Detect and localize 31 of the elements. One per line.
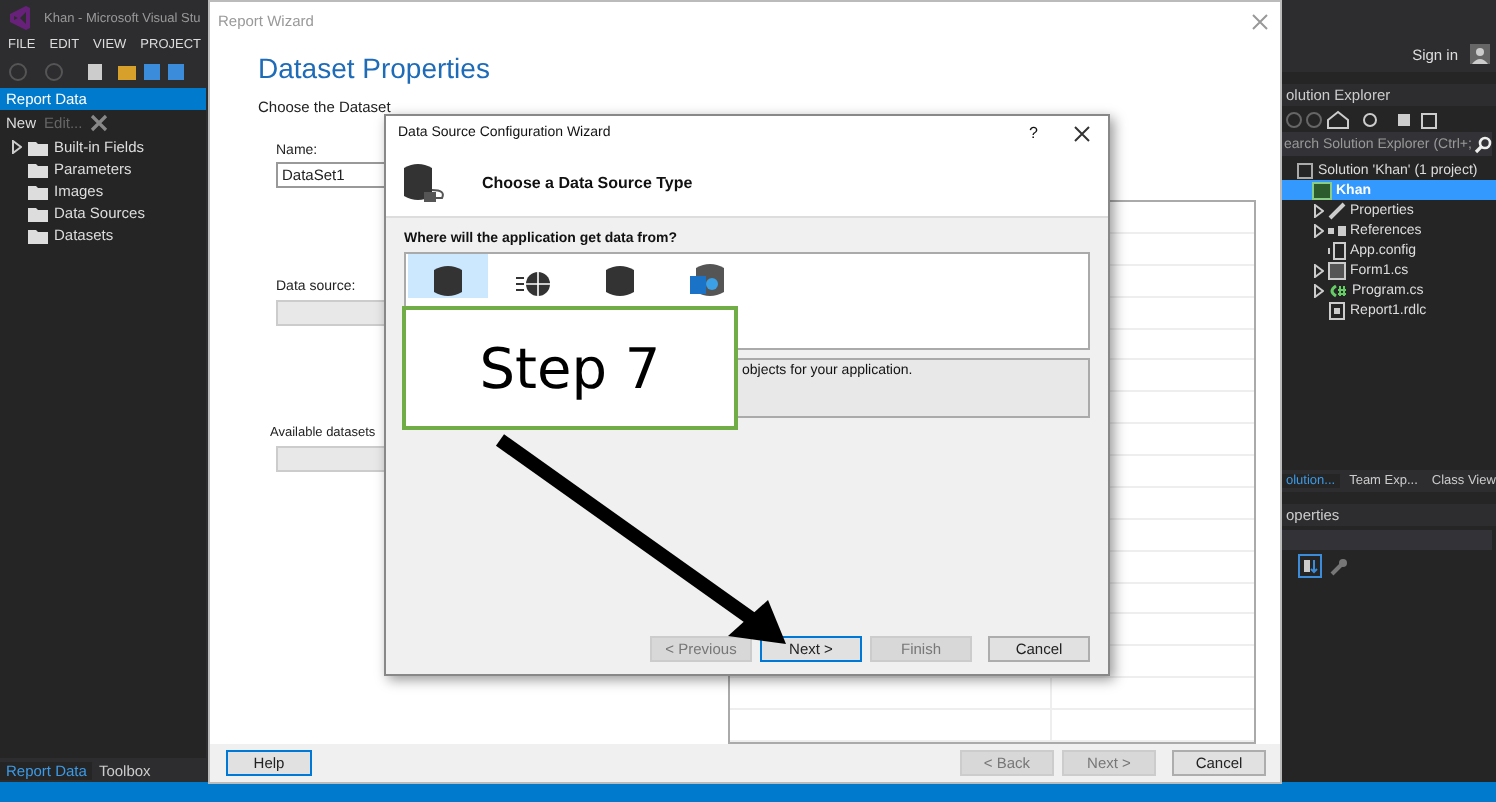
expand-icon[interactable] — [1314, 223, 1324, 237]
report-icon — [1328, 301, 1346, 319]
expand-icon[interactable] — [1314, 263, 1324, 277]
avatar-icon[interactable] — [1470, 44, 1490, 64]
cylinder-icon — [434, 264, 462, 298]
wrench-icon — [1328, 201, 1346, 219]
form-icon — [1328, 261, 1346, 279]
source-type-option[interactable] — [408, 254, 488, 298]
dialog-heading: Choose a Data Source Type — [482, 174, 693, 192]
config-file-icon — [1328, 241, 1346, 259]
expand-icon[interactable] — [1314, 283, 1324, 297]
references-icon — [1328, 221, 1346, 239]
globe-icon — [516, 270, 552, 298]
project-icon — [1312, 181, 1332, 199]
delete-icon[interactable] — [90, 114, 109, 132]
help-button[interactable]: ? — [1029, 124, 1038, 142]
cylinder-icon — [606, 264, 634, 298]
close-icon[interactable] — [1074, 125, 1090, 141]
toolbar-icons[interactable] — [8, 62, 188, 82]
database-plug-icon — [402, 161, 450, 205]
logo-icon — [8, 6, 32, 30]
page-heading: Dataset Properties — [258, 52, 492, 84]
search-icon[interactable] — [1474, 135, 1492, 153]
sharepoint-icon — [689, 262, 723, 298]
sort-icon[interactable] — [1298, 554, 1322, 578]
step-callout: Step 7 — [402, 306, 738, 430]
wrench-icon[interactable] — [1330, 557, 1348, 575]
expand-icon[interactable] — [1314, 203, 1324, 217]
code-file-icon — [1328, 281, 1348, 299]
solution-icon — [1296, 161, 1314, 179]
expand-icon[interactable] — [12, 140, 22, 154]
